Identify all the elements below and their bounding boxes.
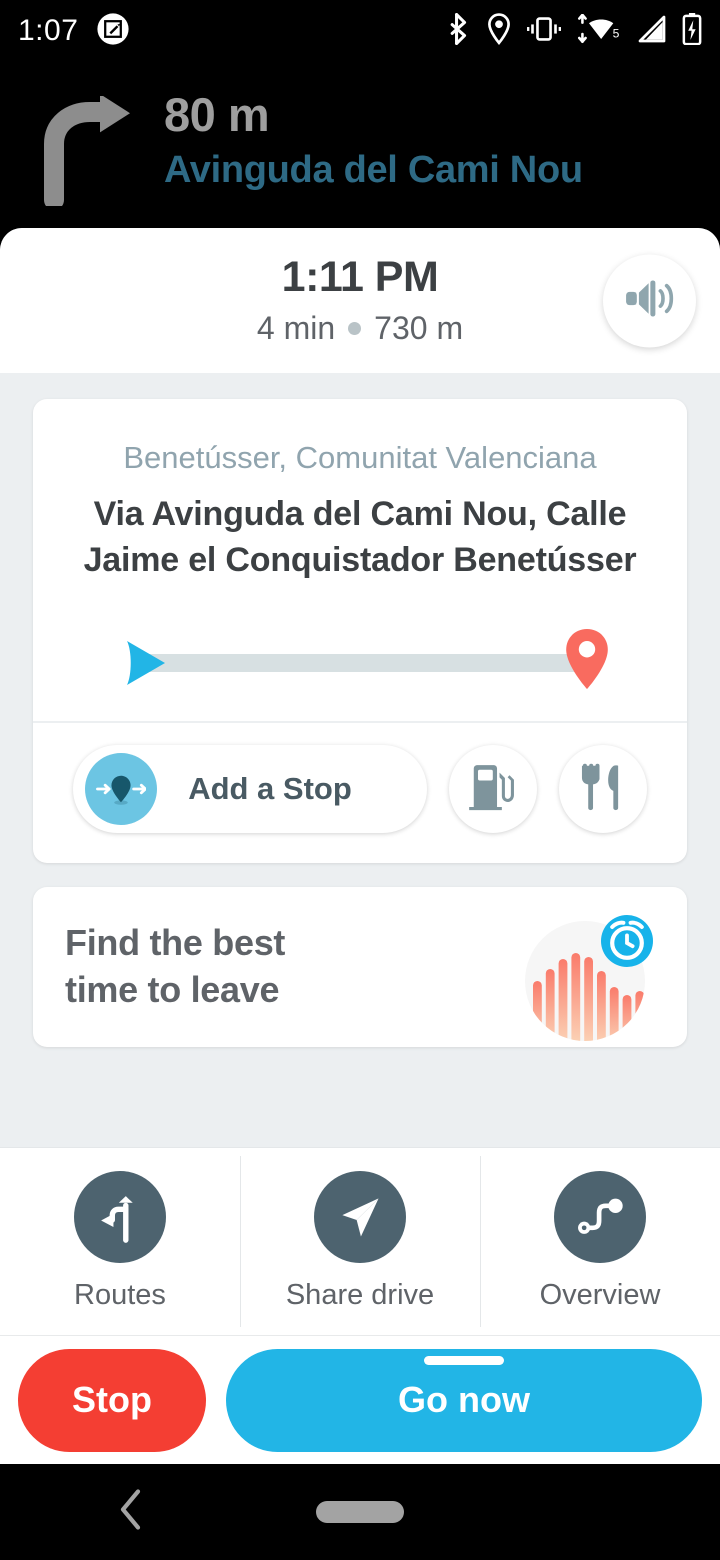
vibrate-icon: [527, 15, 561, 48]
maneuver-distance: 80 m: [164, 88, 270, 141]
route-card-header: Benetússer, Comunitat Valenciana Via Avi…: [33, 399, 687, 713]
eta-arrival-time: 1:11 PM: [281, 253, 439, 302]
wifi-icon: 5: [576, 13, 622, 49]
status-bar: 1:07 5: [0, 0, 720, 62]
overview-button[interactable]: Overview: [480, 1148, 720, 1335]
add-a-stop-button[interactable]: Add a Stop: [73, 745, 427, 834]
sheet-content: Benetússer, Comunitat Valenciana Via Avi…: [0, 399, 720, 1048]
battery-charging-icon: [682, 12, 702, 50]
turn-right-icon: [34, 94, 142, 210]
sound-on-icon: [624, 275, 676, 326]
go-now-button[interactable]: Go now: [226, 1348, 702, 1452]
find-best-time-line1: Find the best: [65, 922, 286, 964]
routes-fork-icon: [74, 1171, 166, 1263]
status-bar-clock: 1:07: [18, 14, 79, 47]
sound-toggle-button[interactable]: [603, 254, 696, 347]
location-icon: [486, 12, 512, 50]
go-now-label: Go now: [398, 1379, 530, 1420]
navigation-arrow-icon: [123, 637, 169, 689]
route-progress[interactable]: [109, 613, 611, 713]
restaurant-icon: [579, 763, 627, 816]
gas-stations-button[interactable]: [449, 745, 537, 834]
bottom-action-bar: Routes Share drive Overview: [0, 1147, 720, 1335]
bluetooth-icon: [445, 12, 471, 50]
gas-station-icon: [468, 762, 518, 817]
route-via-description: Via Avinguda del Cami Nou, Calle Jaime e…: [83, 495, 637, 579]
android-navigation-bar: [0, 1464, 720, 1560]
drag-handle[interactable]: [424, 1355, 504, 1365]
eta-summary: 1:11 PM 4 min 730 m: [257, 254, 463, 346]
route-progress-track: [147, 654, 589, 673]
find-best-time-title: Find the best time to leave: [65, 920, 285, 1014]
eta-duration: 4 min: [256, 309, 336, 346]
primary-buttons-bar: Stop Go now: [0, 1335, 720, 1464]
screenshot-markup-icon: [96, 12, 130, 51]
add-a-stop-label: Add a Stop: [188, 771, 352, 807]
svg-text:5: 5: [613, 26, 620, 40]
eta-separator-dot: [348, 321, 362, 335]
eta-distance: 730 m: [374, 309, 464, 346]
route-quick-actions: Add a Stop: [33, 723, 687, 863]
phone-screen: 1:07 5 80 m Avinguda del Cami Nou 1:11 P…: [0, 0, 720, 1560]
traffic-histogram-with-alarm-clock-icon: [519, 909, 659, 1047]
cellular-signal-icon: [637, 14, 667, 49]
status-bar-system-icons: 5: [445, 12, 702, 50]
navigation-instruction-text: 80 m Avinguda del Cami Nou: [164, 90, 583, 193]
destination-region: Benetússer, Comunitat Valenciana: [123, 440, 597, 475]
stop-button[interactable]: Stop: [18, 1348, 206, 1452]
eta-bar[interactable]: 1:11 PM 4 min 730 m: [0, 228, 720, 373]
destination-pin-icon: [563, 626, 611, 692]
overview-label: Overview: [539, 1279, 661, 1311]
find-best-time-line2: time to leave: [65, 969, 280, 1011]
maneuver-street-name: Avinguda del Cami Nou: [164, 149, 583, 192]
status-bar-notifications: [96, 12, 130, 51]
find-best-time-card[interactable]: Find the best time to leave: [33, 887, 687, 1048]
home-pill-icon[interactable]: [316, 1501, 404, 1523]
share-drive-button[interactable]: Share drive: [240, 1148, 480, 1335]
route-overview-icon: [554, 1171, 646, 1263]
routes-button[interactable]: Routes: [0, 1148, 240, 1335]
eta-details: 4 min 730 m: [257, 310, 463, 347]
add-stop-pin-icon: [85, 753, 157, 826]
share-drive-label: Share drive: [285, 1279, 435, 1311]
back-chevron-icon[interactable]: [118, 1489, 144, 1536]
route-card: Benetússer, Comunitat Valenciana Via Avi…: [33, 399, 687, 864]
routes-label: Routes: [74, 1279, 166, 1311]
navigation-instruction-header: 80 m Avinguda del Cami Nou: [0, 62, 720, 230]
restaurants-button[interactable]: [559, 745, 647, 834]
share-paper-plane-icon: [314, 1171, 406, 1263]
